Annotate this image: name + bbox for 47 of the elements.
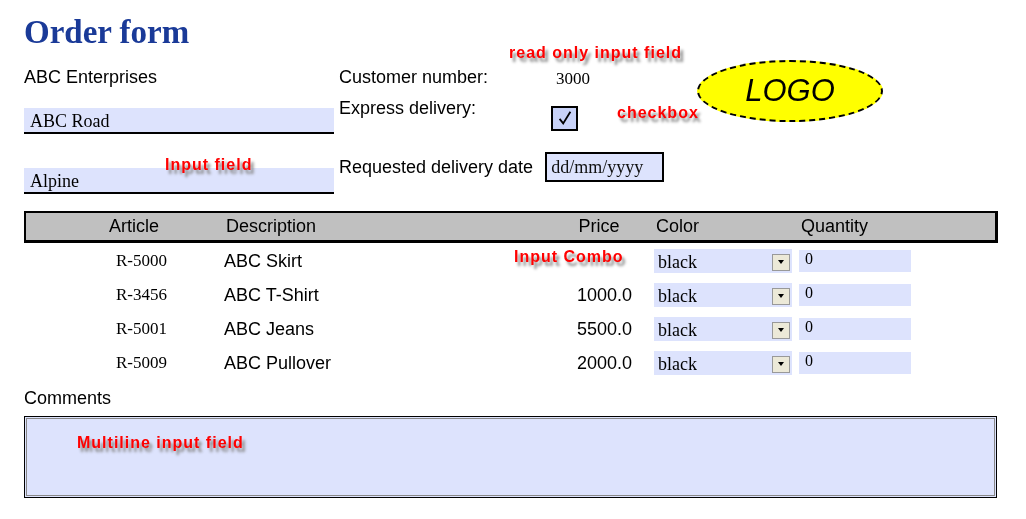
delivery-date-label: Requested delivery date bbox=[339, 156, 534, 178]
date-field[interactable]: dd/mm/yyyy bbox=[545, 152, 665, 182]
quantity-field[interactable]: 0 bbox=[799, 318, 911, 340]
description-cell: ABC Skirt bbox=[224, 250, 302, 271]
caret-icon bbox=[778, 294, 784, 298]
annotation-label: read only input field bbox=[509, 44, 682, 62]
description-cell: ABC T-Shirt bbox=[224, 284, 319, 305]
dropdown-button[interactable] bbox=[772, 321, 790, 339]
quantity-field[interactable]: 0 bbox=[799, 250, 911, 272]
company-name: ABC Enterprises bbox=[24, 66, 158, 88]
dropdown-button[interactable] bbox=[772, 253, 790, 271]
column-header: Description bbox=[226, 216, 318, 237]
price-cell: 1000.0 bbox=[576, 284, 632, 305]
annotation-label: Input Combo bbox=[514, 248, 624, 266]
article-cell-text: R-5009 bbox=[115, 353, 168, 373]
customer-number-label: Customer number: bbox=[339, 66, 489, 88]
caret-icon bbox=[778, 260, 784, 264]
color-combo[interactable]: black bbox=[654, 249, 792, 273]
article-cell-text: R-5000 bbox=[115, 251, 168, 271]
description-cell: ABC Jeans bbox=[224, 318, 315, 339]
dropdown-button[interactable] bbox=[772, 355, 790, 373]
column-header: Price bbox=[577, 216, 621, 237]
express-delivery-label: Express delivery: bbox=[339, 98, 477, 119]
quantity-field[interactable]: 0 bbox=[799, 284, 911, 306]
column-header: Quantity bbox=[801, 216, 870, 237]
column-header: Color bbox=[656, 216, 700, 237]
price-cell: 5500.0 bbox=[576, 318, 632, 339]
price-cell: 2000.0 bbox=[576, 352, 632, 373]
comments-label: Comments bbox=[24, 388, 113, 410]
description-cell: ABC Pullover bbox=[224, 352, 332, 373]
column-header: Article bbox=[108, 216, 160, 237]
color-combo[interactable]: black bbox=[654, 351, 792, 375]
logo: LOGO bbox=[697, 60, 883, 122]
dropdown-button[interactable] bbox=[772, 287, 790, 305]
address-field[interactable]: ABC Road bbox=[24, 108, 334, 134]
caret-icon bbox=[778, 328, 784, 332]
color-combo[interactable]: black bbox=[654, 283, 792, 307]
customer-number-value: 3000 bbox=[556, 69, 591, 89]
article-cell-text: R-5001 bbox=[115, 319, 168, 339]
checkbox[interactable] bbox=[551, 105, 579, 131]
quantity-field[interactable]: 0 bbox=[799, 352, 911, 374]
annotation-label: checkbox bbox=[617, 104, 699, 122]
caret-icon bbox=[778, 362, 784, 366]
annotation-label: Multiline input field bbox=[77, 434, 244, 452]
article-cell-text: R-3456 bbox=[115, 285, 168, 305]
color-combo[interactable]: black bbox=[654, 317, 792, 341]
comments-field[interactable] bbox=[24, 416, 997, 498]
